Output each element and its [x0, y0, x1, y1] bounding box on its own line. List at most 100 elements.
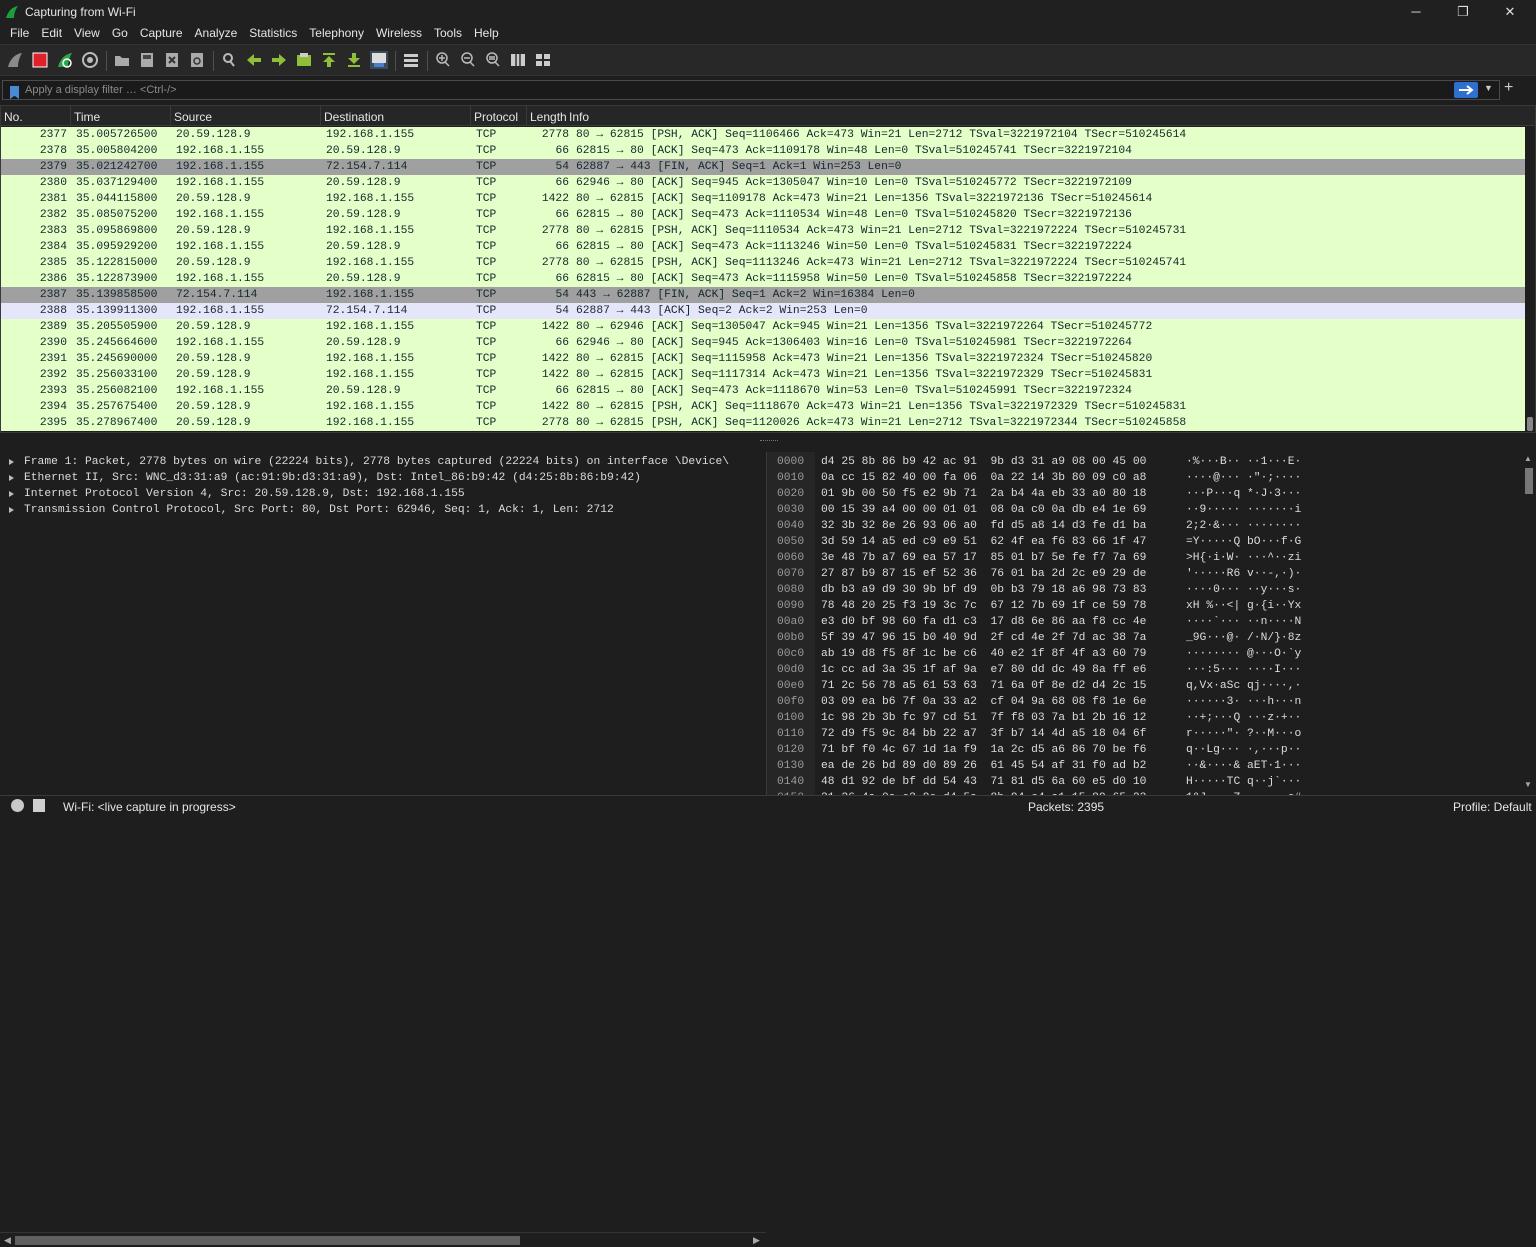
bytes-hex-line[interactable]: 5f 39 47 96 15 b0 40 9d 2f cd 4e 2f 7d a…: [821, 630, 1146, 646]
menu-help[interactable]: Help: [468, 23, 505, 44]
bytes-ascii-line[interactable]: ····`··· ··n····N: [1186, 614, 1301, 630]
bytes-hex-line[interactable]: 01 9b 00 50 f5 e2 9b 71 2a b4 4a eb 33 a…: [821, 486, 1146, 502]
layout-icon[interactable]: [534, 51, 552, 69]
bytes-ascii-line[interactable]: ······3· ···h···n: [1186, 694, 1301, 710]
menu-view[interactable]: View: [68, 23, 106, 44]
packet-row[interactable]: 2385 35.122815000 20.59.128.9 192.168.1.155…: [1, 255, 1525, 271]
bookmark-icon[interactable]: [10, 86, 19, 99]
expand-arrow-icon[interactable]: [9, 475, 14, 481]
bytes-hex-line[interactable]: ea de 26 bd 89 d0 89 26 61 45 54 af 31 f…: [821, 758, 1146, 774]
detail-tree-item[interactable]: Transmission Control Protocol, Src Port:…: [0, 502, 766, 518]
packet-row[interactable]: 2389 35.205505900 20.59.128.9 192.168.1.155…: [1, 319, 1525, 335]
menu-file[interactable]: File: [4, 23, 35, 44]
menu-go[interactable]: Go: [106, 23, 134, 44]
zoom-in-icon[interactable]: [434, 51, 452, 69]
details-horizontal-scrollbar[interactable]: ◀ ▶: [0, 1232, 766, 1247]
packet-row[interactable]: 2381 35.044115800 20.59.128.9 192.168.1.155…: [1, 191, 1525, 207]
scrollbar-thumb[interactable]: [1525, 468, 1533, 494]
bytes-scrollbar[interactable]: ▲ ▼: [1523, 454, 1535, 792]
packet-row[interactable]: 2383 35.095869800 20.59.128.9 192.168.1.155…: [1, 223, 1525, 239]
packet-row[interactable]: 2379 35.021242700 192.168.1.155 72.154.7.11…: [1, 159, 1525, 175]
packet-row[interactable]: 2395 35.278967400 20.59.128.9 192.168.1.155…: [1, 415, 1525, 431]
save-file-icon[interactable]: [138, 51, 156, 69]
column-destination[interactable]: Destination: [321, 106, 471, 126]
expand-arrow-icon[interactable]: [9, 507, 14, 513]
bytes-ascii-line[interactable]: ··+;···Q ···z·+··: [1186, 710, 1301, 726]
scroll-up-icon[interactable]: ▲: [1524, 454, 1532, 463]
maximize-button[interactable]: ❐: [1440, 0, 1486, 23]
scroll-down-icon[interactable]: ▼: [1524, 780, 1532, 789]
bytes-hex-line[interactable]: 1c cc ad 3a 35 1f af 9a e7 80 dd dc 49 8…: [821, 662, 1146, 678]
menu-analyze[interactable]: Analyze: [189, 23, 244, 44]
column-length[interactable]: Length: [527, 106, 569, 126]
zoom-out-icon[interactable]: [459, 51, 477, 69]
reload-file-icon[interactable]: [188, 51, 206, 69]
menu-wireless[interactable]: Wireless: [370, 23, 428, 44]
scroll-right-icon[interactable]: ▶: [753, 1235, 760, 1246]
bytes-ascii-line[interactable]: ··9····· ·······i: [1186, 502, 1301, 518]
display-filter-input[interactable]: Apply a display filter … <Ctrl-/>: [2, 80, 1500, 100]
go-to-packet-icon[interactable]: [295, 51, 313, 69]
scrollbar-thumb[interactable]: [1527, 417, 1533, 431]
open-file-icon[interactable]: [113, 51, 131, 69]
pane-splitter[interactable]: [0, 434, 1536, 452]
bytes-ascii-line[interactable]: H·····TC q··j`···: [1186, 774, 1301, 790]
capture-status-icon[interactable]: [11, 799, 24, 812]
column-no[interactable]: No.: [1, 106, 71, 126]
bytes-hex-line[interactable]: db b3 a9 d9 30 9b bf d9 0b b3 79 18 a6 9…: [821, 582, 1146, 598]
bytes-hex-column[interactable]: d4 25 8b 86 b9 42 ac 91 9b d3 31 a9 08 0…: [821, 454, 1146, 806]
profile-indicator[interactable]: Profile: Default: [1453, 800, 1532, 814]
menu-capture[interactable]: Capture: [134, 23, 189, 44]
detail-tree-item[interactable]: Frame 1: Packet, 2778 bytes on wire (222…: [0, 454, 766, 470]
packet-row[interactable]: 2392 35.256033100 20.59.128.9 192.168.1.155…: [1, 367, 1525, 383]
menu-tools[interactable]: Tools: [428, 23, 468, 44]
bytes-hex-line[interactable]: 03 09 ea b6 7f 0a 33 a2 cf 04 9a 68 08 f…: [821, 694, 1146, 710]
edit-comment-icon[interactable]: [33, 799, 45, 812]
column-time[interactable]: Time: [71, 106, 171, 126]
packet-row[interactable]: 2378 35.005804200 192.168.1.155 20.59.128.9…: [1, 143, 1525, 159]
bytes-ascii-line[interactable]: =Y·····Q bO···f·G: [1186, 534, 1301, 550]
bytes-ascii-line[interactable]: r·····"· ?··M···o: [1186, 726, 1301, 742]
packet-row[interactable]: 2387 35.139858500 72.154.7.114 192.168.1.15…: [1, 287, 1525, 303]
bytes-ascii-column[interactable]: ·%···B·· ··1···E· ····@··· ·"·;···· ···P··…: [1186, 454, 1301, 806]
bytes-hex-line[interactable]: ab 19 d8 f5 8f 1c be c6 40 e2 1f 8f 4f a…: [821, 646, 1146, 662]
apply-filter-button[interactable]: [1454, 82, 1478, 98]
bytes-ascii-line[interactable]: '·····R6 v··-,·)·: [1186, 566, 1301, 582]
bytes-ascii-line[interactable]: 2;2·&··· ········: [1186, 518, 1301, 534]
packet-row[interactable]: 2391 35.245690000 20.59.128.9 192.168.1.155…: [1, 351, 1525, 367]
bytes-hex-line[interactable]: 71 2c 56 78 a5 61 53 63 71 6a 0f 8e d2 d…: [821, 678, 1146, 694]
column-info[interactable]: Info: [566, 106, 766, 126]
bytes-hex-line[interactable]: 3e 48 7b a7 69 ea 57 17 85 01 b7 5e fe f…: [821, 550, 1146, 566]
find-packet-icon[interactable]: [220, 51, 238, 69]
minimize-button[interactable]: ─: [1393, 0, 1439, 23]
bytes-ascii-line[interactable]: ····0··· ··y···s·: [1186, 582, 1301, 598]
packet-row[interactable]: 2384 35.095929200 192.168.1.155 20.59.128.9…: [1, 239, 1525, 255]
packet-row[interactable]: 2388 35.139911300 192.168.1.155 72.154.7.11…: [1, 303, 1525, 319]
detail-tree-item[interactable]: Ethernet II, Src: WNC_d3:31:a9 (ac:91:9b…: [0, 470, 766, 486]
splitter-grip[interactable]: [760, 440, 778, 442]
add-filter-button[interactable]: +: [1504, 79, 1513, 97]
packet-row[interactable]: 2382 35.085075200 192.168.1.155 20.59.128.9…: [1, 207, 1525, 223]
bytes-hex-line[interactable]: e3 d0 bf 98 60 fa d1 c3 17 d8 6e 86 aa f…: [821, 614, 1146, 630]
bytes-ascii-line[interactable]: ···:5··· ····I···: [1186, 662, 1301, 678]
resize-columns-icon[interactable]: [509, 51, 527, 69]
bytes-ascii-line[interactable]: ····@··· ·"·;····: [1186, 470, 1301, 486]
packet-list-scrollbar[interactable]: [1525, 127, 1535, 432]
restart-capture-icon[interactable]: [56, 51, 74, 69]
close-file-icon[interactable]: [163, 51, 181, 69]
bytes-hex-line[interactable]: 72 d9 f5 9c 84 bb 22 a7 3f b7 14 4d a5 1…: [821, 726, 1146, 742]
bytes-ascii-line[interactable]: xH %··<| g·{i··Yx: [1186, 598, 1301, 614]
stop-capture-icon[interactable]: [31, 51, 49, 69]
menu-edit[interactable]: Edit: [35, 23, 68, 44]
bytes-hex-line[interactable]: d4 25 8b 86 b9 42 ac 91 9b d3 31 a9 08 0…: [821, 454, 1146, 470]
bytes-hex-line[interactable]: 48 d1 92 de bf dd 54 43 71 81 d5 6a 60 e…: [821, 774, 1146, 790]
auto-scroll-icon[interactable]: [370, 51, 388, 69]
bytes-hex-line[interactable]: 3d 59 14 a5 ed c9 e9 51 62 4f ea f6 83 6…: [821, 534, 1146, 550]
bytes-ascii-line[interactable]: ···P···q *·J·3···: [1186, 486, 1301, 502]
bytes-hex-line[interactable]: 71 bf f0 4c 67 1d 1a f9 1a 2c d5 a6 86 7…: [821, 742, 1146, 758]
bytes-hex-line[interactable]: 1c 98 2b 3b fc 97 cd 51 7f f8 03 7a b1 2…: [821, 710, 1146, 726]
bytes-ascii-line[interactable]: >H{·i·W· ···^··zi: [1186, 550, 1301, 566]
column-source[interactable]: Source: [171, 106, 321, 126]
go-back-icon[interactable]: [245, 51, 263, 69]
bytes-ascii-line[interactable]: q··Lg··· ·,···p··: [1186, 742, 1301, 758]
